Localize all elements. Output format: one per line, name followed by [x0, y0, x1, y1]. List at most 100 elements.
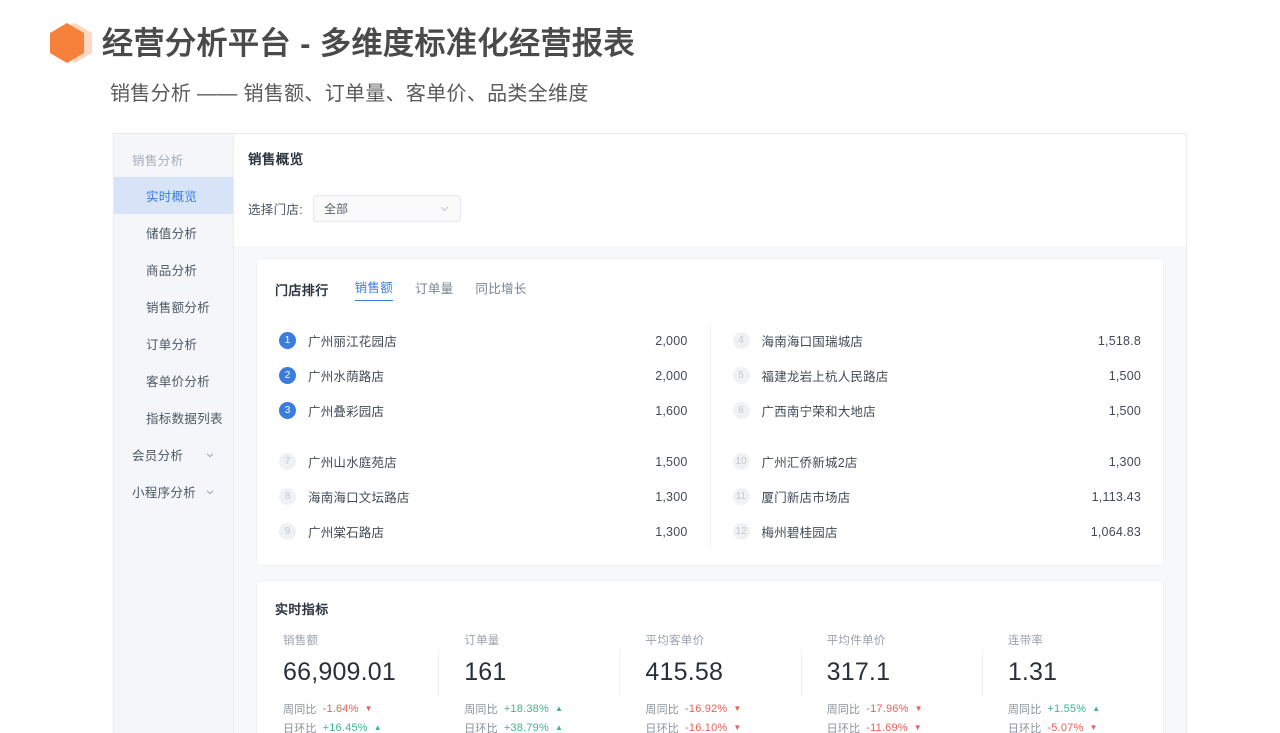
metric-avg-item-price: 平均件单价 317.1 周同比 -17.96% ▼ 日环比 -11.69% ▼: [800, 632, 982, 733]
store-value: 1,300: [1108, 454, 1141, 469]
store-value: 1,518.8: [1097, 333, 1141, 348]
ranking-body: 1 广州丽江花园店 2,000 2 广州水荫路店 2,000 3 广州叠彩园店: [257, 307, 1163, 565]
delta-day: 日环比 +38.79% ▲: [464, 720, 601, 733]
rank-badge: 4: [732, 332, 750, 349]
delta-value: -1.64%: [322, 703, 359, 715]
metric-label: 订单量: [464, 635, 500, 647]
delta-label: 周同比: [826, 704, 861, 716]
delta-label: 日环比: [826, 723, 861, 733]
rank-badge: 5: [732, 367, 750, 384]
content-header: 销售概览 选择门店: 全部: [234, 134, 1186, 246]
rank-badge: 2: [279, 367, 296, 384]
sidebar: 销售分析 实时概览 储值分析 商品分析 销售额分析 订单分析 客单价分析 指标数…: [114, 134, 234, 733]
arrow-down-icon: ▼: [913, 723, 922, 732]
tab-order-count[interactable]: 订单量: [415, 278, 453, 301]
delta-value: +38.79%: [503, 722, 549, 733]
delta-label: 周同比: [645, 704, 680, 716]
metric-sales-amount: 销售额 66,909.01 周同比 -1.64% ▼ 日环比 +16.45% ▲: [257, 632, 438, 733]
table-row[interactable]: 6 广西南宁荣和大地店 1,500: [732, 393, 1142, 428]
rank-badge: 10: [732, 453, 750, 470]
sidebar-item-realtime-overview[interactable]: 实时概览: [114, 177, 233, 214]
delta-value: +1.55%: [1047, 703, 1087, 715]
delta-value: +18.38%: [503, 703, 549, 715]
metric-label: 平均客单价: [645, 635, 705, 647]
metric-avg-customer-price: 平均客单价 415.58 周同比 -16.92% ▼ 日环比 -16.10% ▼: [619, 632, 800, 733]
sidebar-item-unit-price-analysis[interactable]: 客单价分析: [114, 362, 233, 399]
sidebar-group-miniprogram-analysis[interactable]: 小程序分析: [114, 473, 233, 510]
ranking-column-right: 4 海南海口国瑞城店 1,518.8 5 福建龙岩上杭人民路店 1,500 6 …: [709, 323, 1164, 549]
delta-label: 日环比: [1007, 723, 1042, 733]
metric-value: 1.31: [1007, 658, 1058, 686]
store-value: 1,600: [655, 403, 688, 418]
delta-label: 周同比: [464, 704, 498, 716]
header-row: 经营分析平台 - 多维度标准化经营报表: [48, 22, 1280, 66]
store-select[interactable]: 全部: [312, 195, 461, 222]
table-row[interactable]: 3 广州叠彩园店 1,600: [279, 393, 688, 428]
page-title: 经营分析平台 - 多维度标准化经营报表: [102, 25, 636, 61]
sidebar-item-product-analysis[interactable]: 商品分析: [114, 251, 233, 288]
table-row[interactable]: 11 厦门新店市场店 1,113.43: [732, 479, 1142, 514]
metric-label: 销售额: [283, 635, 319, 647]
arrow-down-icon: ▼: [914, 704, 923, 713]
section-title: 销售概览: [248, 152, 304, 167]
table-row[interactable]: 4 海南海口国瑞城店 1,518.8: [732, 323, 1142, 358]
table-row[interactable]: 12 梅州碧桂园店 1,064.83: [732, 514, 1142, 549]
metrics-body: 销售额 66,909.01 周同比 -1.64% ▼ 日环比 +16.45% ▲…: [257, 618, 1163, 733]
sidebar-item-sales-analysis[interactable]: 销售额分析: [114, 288, 233, 325]
sidebar-item-label: 储值分析: [146, 227, 198, 241]
scroll-area[interactable]: 门店排行 销售额 订单量 同比增长 1 广州丽江花园店 2,000 2 广州水荫…: [234, 246, 1186, 733]
chevron-down-icon: [206, 489, 214, 494]
arrow-up-icon: ▲: [373, 723, 382, 732]
table-row[interactable]: 1 广州丽江花园店 2,000: [279, 323, 688, 358]
ranking-tabs: 销售额 订单量 同比增长: [354, 277, 527, 301]
metric-value: 161: [464, 658, 507, 686]
store-ranking-card: 门店排行 销售额 订单量 同比增长 1 广州丽江花园店 2,000 2 广州水荫…: [256, 258, 1164, 566]
table-row[interactable]: 8 海南海口文坛路店 1,300: [279, 479, 688, 514]
sidebar-group-member-analysis[interactable]: 会员分析: [114, 436, 233, 473]
metric-value: 415.58: [645, 658, 724, 686]
tab-sales-amount[interactable]: 销售额: [354, 277, 394, 301]
arrow-down-icon: ▼: [733, 723, 742, 732]
metric-value: 66,909.01: [283, 658, 397, 686]
rank-badge: 11: [732, 488, 750, 505]
store-name: 福建龙岩上杭人民路店: [761, 370, 889, 384]
metric-deltas: 周同比 +18.38% ▲ 日环比 +38.79% ▲: [464, 701, 601, 733]
delta-week: 周同比 -16.92% ▼: [645, 701, 782, 717]
metric-label: 连带率: [1007, 635, 1044, 647]
metric-deltas: 周同比 -1.64% ▼ 日环比 +16.45% ▲: [283, 701, 420, 733]
chevron-down-icon: [206, 452, 214, 457]
store-value: 2,000: [655, 368, 688, 383]
store-name: 海南海口文坛路店: [308, 491, 410, 505]
arrow-down-icon: ▼: [364, 704, 373, 713]
table-row[interactable]: 10 广州汇侨新城2店 1,300: [732, 444, 1142, 479]
arrow-up-icon: ▲: [554, 723, 563, 732]
metric-deltas: 周同比 +1.55% ▲ 日环比 -5.07% ▼: [1008, 701, 1145, 733]
rank-badge: 1: [279, 332, 296, 349]
arrow-down-icon: ▼: [1089, 723, 1098, 732]
sidebar-item-stored-value[interactable]: 储值分析: [114, 214, 233, 251]
store-value: 1,300: [655, 524, 688, 539]
delta-day: 日环比 -11.69% ▼: [827, 720, 964, 733]
tab-yoy-growth[interactable]: 同比增长: [475, 278, 526, 301]
store-value: 1,064.83: [1090, 524, 1141, 539]
delta-week: 周同比 -1.64% ▼: [283, 701, 420, 717]
delta-label: 日环比: [283, 723, 317, 733]
delta-label: 周同比: [1007, 704, 1042, 716]
table-row[interactable]: 9 广州棠石路店 1,300: [279, 514, 688, 549]
delta-label: 周同比: [283, 704, 317, 716]
store-value: 1,500: [655, 454, 688, 469]
table-row[interactable]: 5 福建龙岩上杭人民路店 1,500: [732, 358, 1142, 393]
delta-value: +16.45%: [322, 722, 368, 733]
table-row[interactable]: 7 广州山水庭苑店 1,500: [279, 444, 688, 479]
metric-deltas: 周同比 -17.96% ▼ 日环比 -11.69% ▼: [827, 701, 964, 733]
sidebar-item-order-analysis[interactable]: 订单分析: [114, 325, 233, 362]
chevron-down-icon: [440, 206, 449, 212]
sidebar-group-title: 销售分析: [132, 154, 184, 168]
metric-order-count: 订单量 161 周同比 +18.38% ▲ 日环比 +38.79% ▲: [438, 632, 619, 733]
delta-day: 日环比 -16.10% ▼: [645, 720, 782, 733]
filter-row: 选择门店: 全部: [248, 195, 1186, 222]
table-row[interactable]: 2 广州水荫路店 2,000: [279, 358, 688, 393]
sidebar-item-metric-data-list[interactable]: 指标数据列表: [114, 399, 233, 436]
hexagon-front-shape: [50, 23, 84, 63]
rank-badge: 9: [279, 523, 296, 540]
